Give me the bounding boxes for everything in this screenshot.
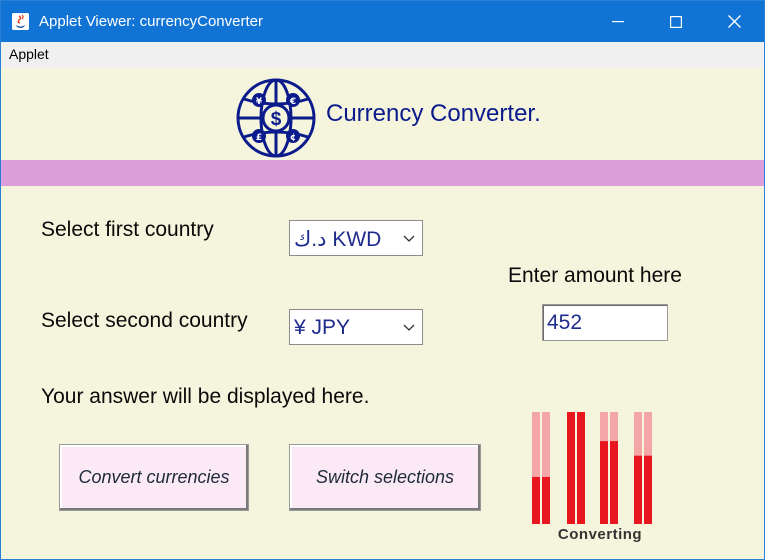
amount-field[interactable]: [542, 304, 668, 341]
menu-bar: Applet: [1, 42, 764, 68]
loader-label: Converting: [557, 526, 643, 543]
svg-text:¢: ¢: [290, 133, 296, 143]
maximize-icon: [670, 15, 682, 28]
minimize-icon: [612, 20, 624, 22]
answer-text: Your answer will be displayed here.: [41, 385, 370, 408]
maximize-button[interactable]: [647, 1, 705, 42]
close-icon: [727, 15, 741, 28]
first-country-select[interactable]: د.ك KWD: [289, 220, 423, 256]
window-title: Applet Viewer: currencyConverter: [39, 13, 263, 30]
converting-loader: Converting: [524, 404, 676, 550]
second-country-select[interactable]: ¥ JPY: [289, 309, 423, 345]
globe-currency-icon: $ ¥ € £ ¢: [236, 78, 316, 158]
header-band: [1, 160, 764, 186]
loader-bars: [532, 412, 652, 524]
svg-text:£: £: [256, 133, 262, 143]
svg-text:€: €: [289, 97, 296, 107]
second-country-label: Select second country: [41, 309, 248, 332]
second-country-value: ¥ JPY: [294, 316, 351, 339]
title-bar[interactable]: Applet Viewer: currencyConverter: [1, 1, 764, 42]
chevron-down-icon: [403, 324, 415, 331]
app-title: Currency Converter.: [326, 100, 541, 127]
minimize-button[interactable]: [589, 1, 647, 42]
switch-button[interactable]: Switch selections: [289, 444, 481, 511]
amount-input[interactable]: [545, 307, 665, 338]
applet-panel: $ ¥ € £ ¢ Currency Converter. Select fir…: [1, 68, 764, 559]
java-icon: [12, 13, 29, 30]
close-button[interactable]: [705, 1, 763, 42]
svg-text:$: $: [271, 109, 282, 130]
first-country-value: د.ك KWD: [294, 228, 382, 251]
chevron-down-icon: [403, 235, 415, 242]
svg-text:¥: ¥: [256, 97, 263, 107]
menu-item-applet[interactable]: Applet: [9, 46, 49, 62]
applet-viewer-window: Applet Viewer: currencyConverter Applet: [0, 0, 765, 560]
first-country-label: Select first country: [41, 218, 214, 241]
amount-label: Enter amount here: [508, 264, 682, 287]
convert-button[interactable]: Convert currencies: [59, 444, 249, 511]
